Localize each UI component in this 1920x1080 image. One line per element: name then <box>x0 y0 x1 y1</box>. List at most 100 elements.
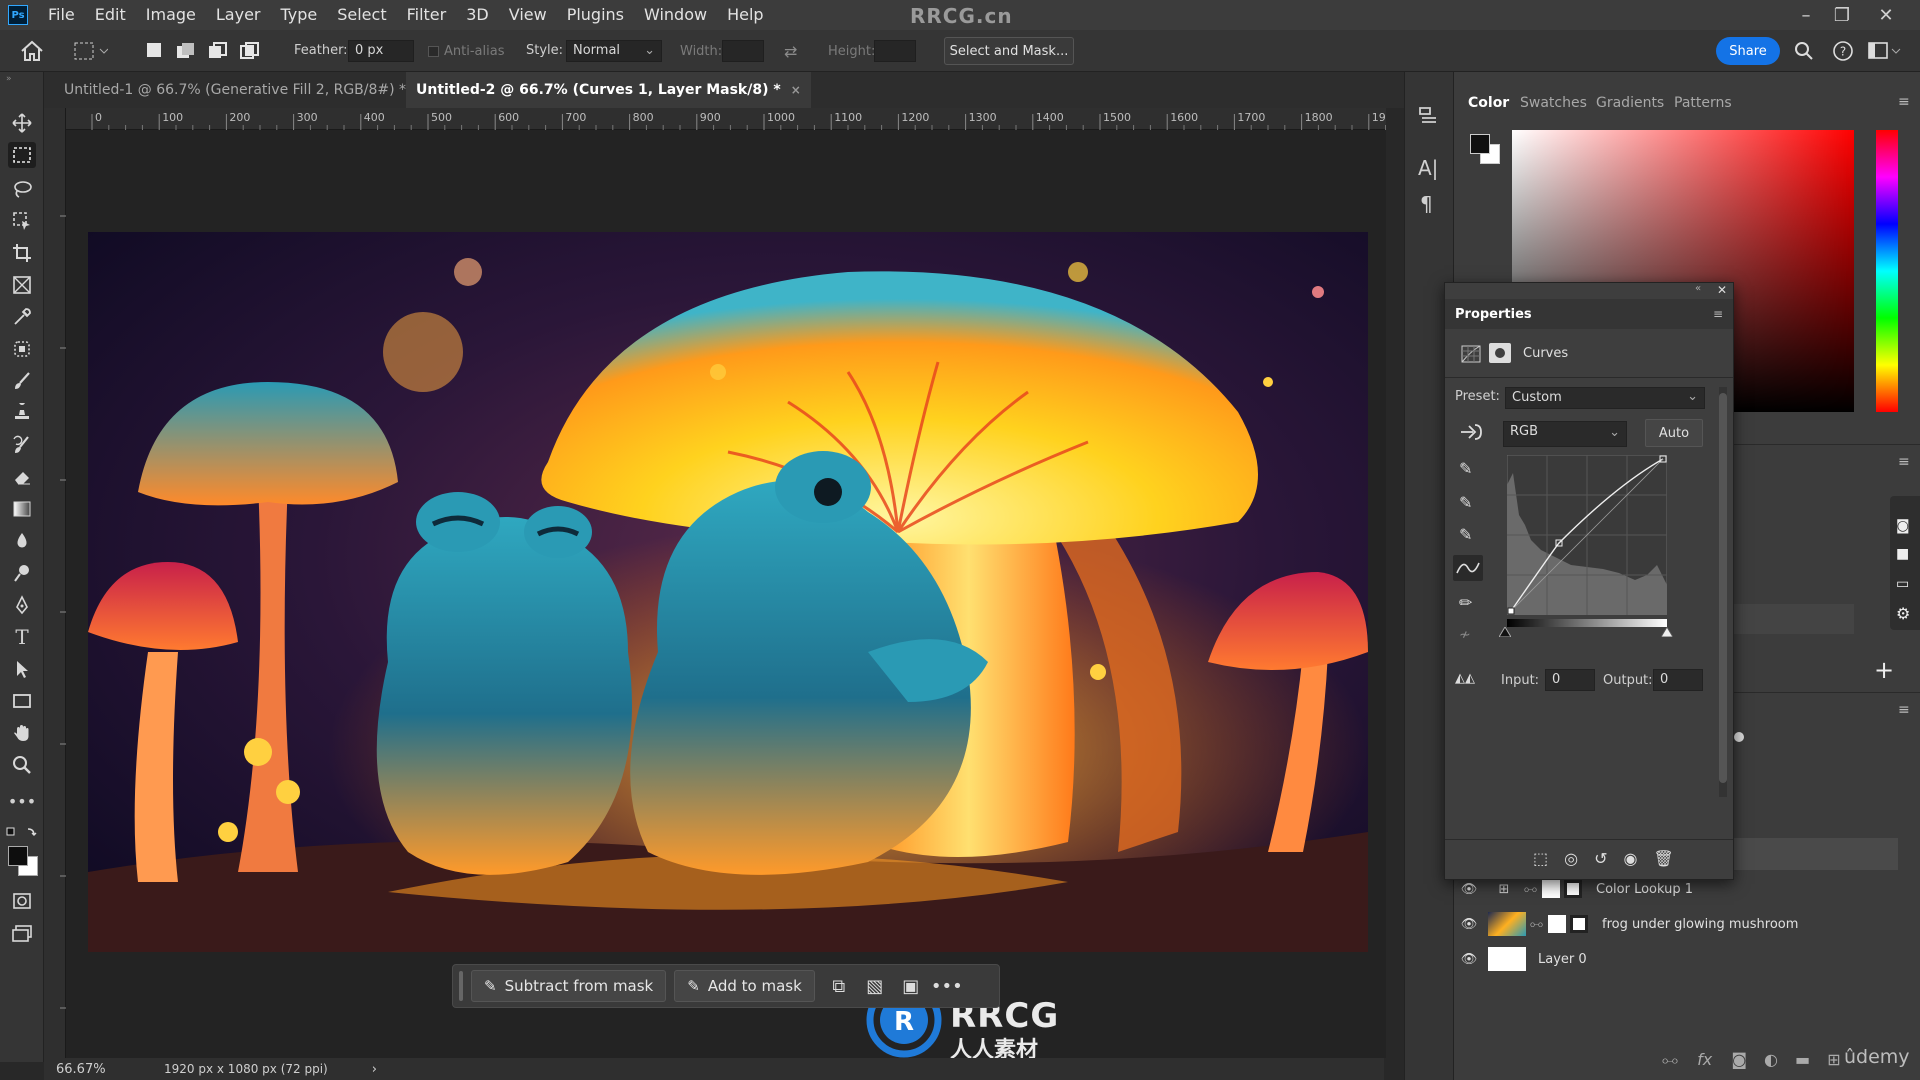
window-icon[interactable]: ▭ <box>1896 576 1909 592</box>
delete-icon[interactable]: 🗑︎ <box>1653 849 1673 868</box>
history-brush-tool-icon[interactable] <box>8 432 36 458</box>
workspace-icon[interactable] <box>1868 42 1902 60</box>
invert-mask-icon[interactable]: ⧉ <box>821 970 857 1002</box>
tab-untitled-2[interactable]: Untitled-2 @ 66.7% (Curves 1, Layer Mask… <box>406 72 811 108</box>
chain-link-icon[interactable]: ⧟ <box>1530 917 1548 932</box>
close-tab-icon[interactable]: × <box>791 83 801 97</box>
layer-mask-thumbnail[interactable] <box>1548 915 1566 933</box>
tab-color[interactable]: Color <box>1468 95 1509 111</box>
preset-select[interactable]: Custom ⌄ <box>1505 387 1705 409</box>
foreground-color-swatch[interactable] <box>8 846 28 866</box>
menu-select[interactable]: Select <box>327 0 396 30</box>
adjustment-layer-icon[interactable]: ◐ <box>1764 1050 1778 1069</box>
on-image-adjust-icon[interactable] <box>1459 423 1483 441</box>
rectangle-tool-icon[interactable] <box>8 688 36 714</box>
view-previous-state-icon[interactable]: ◎ <box>1564 849 1578 868</box>
panel-menu-icon[interactable]: ≡ <box>1898 702 1910 718</box>
width-input[interactable] <box>722 40 764 62</box>
style-select[interactable]: Normal ⌄ <box>566 40 662 62</box>
lasso-tool-icon[interactable] <box>8 176 36 202</box>
subtract-selection-icon[interactable] <box>208 42 228 60</box>
quick-mask-icon[interactable] <box>8 888 36 914</box>
chain-link-icon[interactable]: ⧟ <box>1524 882 1542 897</box>
rectangular-marquee-tool-icon[interactable] <box>8 142 36 168</box>
gray-point-eyedropper-icon[interactable]: ✎ <box>1459 493 1472 512</box>
path-selection-tool-icon[interactable] <box>8 656 36 682</box>
white-point-eyedropper-icon[interactable]: ✎ <box>1459 525 1472 544</box>
move-tool-icon[interactable] <box>8 110 36 136</box>
visibility-eye-icon[interactable]: 👁︎ <box>1454 917 1484 932</box>
mask-icon[interactable] <box>1489 343 1511 363</box>
screen-mode-icon[interactable] <box>8 920 36 946</box>
curves-graph[interactable] <box>1507 455 1667 615</box>
mask-options-icon[interactable]: ▧ <box>857 970 893 1002</box>
status-menu-arrow[interactable]: › <box>372 1062 377 1077</box>
link-layers-icon[interactable]: ⧟ <box>1662 1050 1678 1069</box>
clip-to-layer-icon[interactable]: ⬚ <box>1533 849 1548 868</box>
menu-filter[interactable]: Filter <box>397 0 457 30</box>
new-selection-icon[interactable] <box>146 42 162 58</box>
properties-scrollbar[interactable] <box>1719 387 1727 797</box>
panel-menu-icon[interactable]: ≡ <box>1898 454 1910 470</box>
crop-tool-icon[interactable] <box>8 240 36 266</box>
pen-tool-icon[interactable] <box>8 592 36 618</box>
paragraph-panel-icon[interactable]: ¶ <box>1420 192 1433 216</box>
input-field[interactable]: 0 <box>1545 669 1595 691</box>
type-tool-icon[interactable]: T <box>8 624 36 650</box>
hand-tool-icon[interactable] <box>8 720 36 746</box>
reset-icon[interactable]: ↺ <box>1594 849 1607 868</box>
menu-edit[interactable]: Edit <box>85 0 136 30</box>
new-layer-icon[interactable]: ⊞ <box>1827 1050 1840 1069</box>
layer-mask-thumbnail[interactable] <box>1542 880 1560 898</box>
panel-menu-icon[interactable]: ≡ <box>1713 307 1723 321</box>
menu-type[interactable]: Type <box>270 0 327 30</box>
black-input-slider[interactable] <box>1499 627 1511 637</box>
brush-tool-icon[interactable] <box>8 368 36 394</box>
channel-select[interactable]: RGB ⌄ <box>1503 421 1627 447</box>
slider-thumb[interactable] <box>1734 732 1744 742</box>
pencil-icon[interactable]: ✏ <box>1459 593 1472 612</box>
subtract-from-mask-button[interactable]: ✎ Subtract from mask <box>471 970 667 1002</box>
menu-file[interactable]: File <box>38 0 85 30</box>
mask-view-icon[interactable]: ▣ <box>893 970 929 1002</box>
white-input-slider[interactable] <box>1661 627 1673 637</box>
object-selection-tool-icon[interactable] <box>8 208 36 234</box>
mask-thumbnail[interactable] <box>1564 880 1582 898</box>
menu-3d[interactable]: 3D <box>456 0 499 30</box>
character-panel-icon[interactable]: A| <box>1418 156 1438 180</box>
close-window-icon[interactable]: ✕ <box>1868 0 1904 30</box>
black-point-eyedropper-icon[interactable]: ✎ <box>1459 459 1472 478</box>
tab-patterns[interactable]: Patterns <box>1674 95 1732 111</box>
search-icon[interactable] <box>1794 41 1814 61</box>
help-icon[interactable]: ? <box>1832 40 1854 62</box>
gradient-tool-icon[interactable] <box>8 496 36 522</box>
fx-icon[interactable]: fx <box>1697 1050 1712 1069</box>
color-foreground-swatch[interactable] <box>1470 134 1490 154</box>
close-panel-icon[interactable]: ✕ <box>1717 283 1727 297</box>
zoom-level[interactable]: 66.67% <box>56 1062 136 1077</box>
clone-stamp-tool-icon[interactable] <box>8 400 36 426</box>
restore-icon[interactable]: ❐ <box>1824 0 1860 30</box>
add-mask-icon[interactable]: ◙ <box>1731 1050 1747 1069</box>
output-field[interactable]: 0 <box>1653 669 1703 691</box>
more-tools-icon[interactable]: ••• <box>8 788 36 814</box>
new-group-icon[interactable]: ▬ <box>1795 1050 1810 1069</box>
visibility-eye-icon[interactable]: 👁︎ <box>1454 952 1484 967</box>
home-icon[interactable] <box>20 40 44 62</box>
layer-thumbnail[interactable] <box>1488 947 1526 971</box>
visibility-eye-icon[interactable]: 👁︎ <box>1454 882 1484 897</box>
swap-dimensions-icon[interactable]: ⇄ <box>784 42 797 61</box>
marquee-preset-icon[interactable] <box>74 42 108 60</box>
mask-thumbnail[interactable] <box>1570 915 1588 933</box>
camera-icon[interactable]: ◙ <box>1896 518 1910 534</box>
menu-layer[interactable]: Layer <box>206 0 271 30</box>
layer-row[interactable]: 👁︎ ⧟ frog under glowing mushroom <box>1454 907 1898 941</box>
hue-slider[interactable] <box>1876 130 1898 412</box>
menu-help[interactable]: Help <box>717 0 773 30</box>
artwork-image[interactable] <box>88 232 1368 952</box>
collapse-panel-icon[interactable]: « <box>1695 283 1701 294</box>
menu-view[interactable]: View <box>499 0 557 30</box>
blur-tool-icon[interactable] <box>8 528 36 554</box>
tab-swatches[interactable]: Swatches <box>1520 95 1587 111</box>
drag-handle[interactable] <box>459 971 463 1001</box>
